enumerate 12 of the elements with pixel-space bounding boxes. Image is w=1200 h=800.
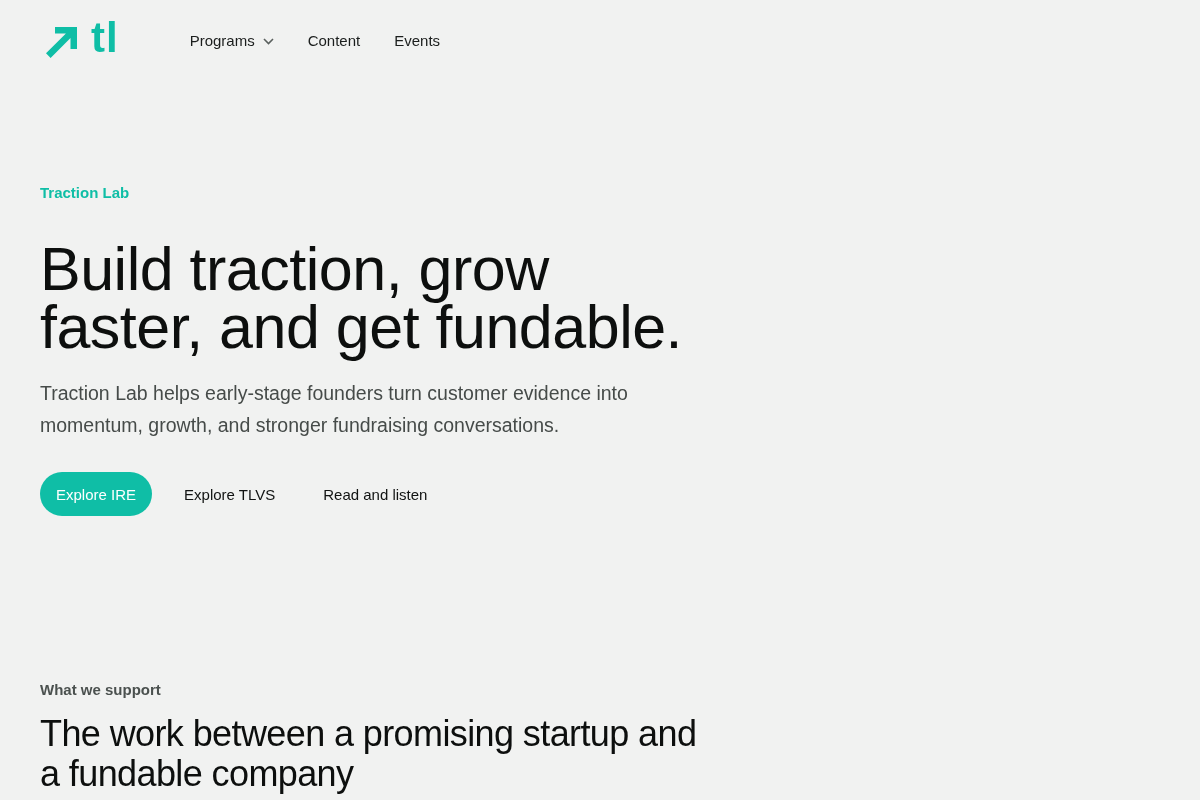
section-heading: The work between a promising startup and a fundable company [40,714,698,794]
hero-heading: Build traction, grow faster, and get fundable. [40,234,684,363]
arrow-logo-icon[interactable] [46,26,77,58]
nav-link[interactable]: Programs [189,31,274,51]
hero-description: Traction Lab helps early-stage founders turn customer evidence into momentum, growth, and stronger fundraising conversations. [40,381,629,438]
nav-link[interactable]: Events [394,31,441,51]
eyebrow-text: Traction Lab [40,183,130,203]
section-eyebrow: What we support [40,680,161,700]
text-link-button[interactable]: Read and listen [307,472,444,516]
nav-link[interactable]: Content [307,31,361,51]
chevron-down-icon [262,37,274,45]
text-link-button[interactable]: Explore TLVS [168,472,292,516]
